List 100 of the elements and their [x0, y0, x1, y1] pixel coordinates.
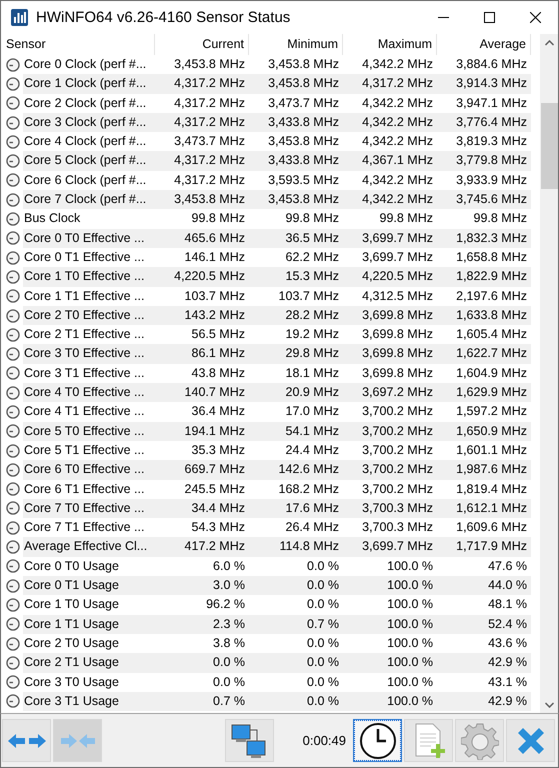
window-title: HWiNFO64 v6.26-4160 Sensor Status — [36, 9, 292, 26]
value-cell: 4,342.2 MHz — [343, 112, 437, 132]
value-cell-text: 3,699.7 MHz — [361, 248, 434, 266]
gauge-icon — [6, 617, 20, 632]
column-header[interactable]: Current — [155, 34, 249, 55]
gauge-icon — [6, 636, 20, 651]
sensor-name: Core 0 T1 Usage — [23, 576, 155, 596]
gauge-icon — [6, 598, 20, 612]
value-cell-text: 2,197.6 MHz — [455, 288, 528, 305]
value-cell: 465.6 MHz — [155, 228, 249, 248]
value-cell: 4,220.5 MHz — [343, 267, 437, 287]
column-header[interactable]: Average — [437, 34, 531, 55]
value-cell: 0.0 % — [249, 692, 343, 712]
value-cell: 52.4 % — [437, 614, 531, 634]
value-cell: 0.0 % — [249, 576, 343, 596]
value-cell-text: 4,312.5 MHz — [361, 288, 434, 305]
value-cell-text: 3,453.8 MHz — [267, 133, 340, 150]
value-cell: 1,629.9 MHz — [437, 383, 531, 402]
value-cell-text: 100.0 % — [386, 596, 434, 614]
value-cell-text: 96.2 % — [205, 596, 246, 614]
value-cell: 3,697.2 MHz — [343, 383, 437, 402]
value-cell: 3,453.8 MHz — [155, 190, 249, 210]
gauge-icon — [6, 694, 20, 708]
value-cell: 3,453.8 MHz — [249, 190, 343, 210]
gauge-icon — [6, 424, 20, 438]
gauge-icon — [6, 366, 20, 380]
value-cell-text: 99.8 MHz — [472, 210, 528, 228]
sensor-name: Core 7 T1 Effective ... — [23, 519, 146, 536]
gauge-icon — [6, 520, 20, 535]
value-cell-text: 4,317.2 MHz — [173, 94, 246, 112]
value-cell: 44.0 % — [437, 576, 531, 596]
value-cell: 29.8 MHz — [249, 344, 343, 364]
column-header[interactable]: Minimum — [249, 34, 343, 55]
value-cell-text: 3,884.6 MHz — [455, 56, 528, 73]
sensor-name: Core 2 Clock (perf #... — [23, 94, 148, 112]
value-cell-text: 35.3 MHz — [190, 442, 246, 459]
value-cell-text: 0.0 % — [306, 634, 340, 652]
sensor-name: Core 3 T1 Usage — [23, 692, 155, 712]
value-cell-text: 99.8 MHz — [378, 210, 434, 228]
sensor-name: Core 0 T1 Effective ... — [23, 248, 146, 266]
gauge-icon — [6, 444, 20, 458]
column-header[interactable]: Maximum — [343, 34, 437, 55]
value-cell: 3,699.8 MHz — [343, 306, 437, 326]
network-button[interactable] — [224, 719, 274, 762]
value-cell-text: 1,658.8 MHz — [455, 248, 528, 266]
gauge-icon — [6, 173, 20, 188]
value-cell: 100.0 % — [343, 653, 437, 672]
sensor-name: Core 7 Clock (perf #... — [23, 190, 155, 210]
value-cell: 17.6 MHz — [249, 498, 343, 518]
app-logo-icon — [11, 9, 28, 26]
value-cell-text: 103.7 MHz — [278, 288, 340, 305]
value-cell-text: 103.7 MHz — [184, 288, 246, 305]
value-cell-text: 0.0 % — [306, 596, 340, 614]
sensor-name: Average Effective Cl... — [23, 537, 155, 557]
sensor-name: Core 4 Clock (perf #... — [23, 133, 148, 150]
value-cell: 3,776.4 MHz — [437, 112, 531, 132]
gauge-icon — [6, 212, 20, 226]
value-cell-text: 48.1 % — [487, 596, 528, 614]
close-icon — [530, 12, 540, 23]
value-cell: 3,700.2 MHz — [343, 460, 437, 480]
sensor-name: Core 3 T0 Usage — [23, 674, 120, 691]
value-cell-text: 168.2 MHz — [278, 480, 340, 498]
value-cell: 140.7 MHz — [155, 383, 249, 402]
sensor-name: Core 6 T1 Effective ... — [23, 480, 146, 498]
value-cell: 2.3 % — [155, 614, 249, 634]
value-cell: 3,433.8 MHz — [249, 151, 343, 171]
value-cell: 3,745.6 MHz — [437, 190, 531, 210]
value-cell: 1,987.6 MHz — [437, 460, 531, 480]
column-header[interactable]: Sensor — [1, 34, 155, 55]
value-cell: 4,317.2 MHz — [155, 74, 249, 94]
value-cell: 1,633.8 MHz — [437, 306, 531, 326]
value-cell-text: 43.8 MHz — [190, 364, 246, 382]
value-cell-text: 100.0 % — [386, 674, 434, 690]
value-cell: 42.9 % — [437, 653, 531, 672]
expand-button[interactable] — [2, 719, 51, 762]
value-cell: 4,220.5 MHz — [155, 267, 249, 287]
value-cell-text: 3,473.7 MHz — [267, 94, 340, 112]
timer-reset-button[interactable] — [353, 719, 402, 762]
close-sensors-button[interactable] — [506, 719, 555, 762]
sensor-name: Core 0 Clock (perf #... — [23, 56, 148, 73]
clock-icon — [358, 722, 396, 760]
value-cell-text: 4,342.2 MHz — [361, 133, 434, 150]
value-cell: 1,622.7 MHz — [437, 344, 531, 364]
value-cell-text: 43.6 % — [487, 634, 528, 652]
value-cell-text: 100.0 % — [386, 634, 434, 652]
value-cell-text: 3,700.2 MHz — [361, 442, 434, 459]
scrollbar-thumb[interactable] — [540, 103, 558, 189]
sensor-name: Core 2 T0 Effective ... — [23, 306, 155, 326]
gauge-icon — [6, 289, 20, 304]
sensor-name: Bus Clock — [23, 210, 82, 228]
value-cell-text: 3,933.9 MHz — [455, 172, 528, 189]
value-cell-text: 3,947.1 MHz — [455, 94, 528, 112]
value-cell: 417.2 MHz — [155, 537, 249, 557]
sensor-name: Core 4 T0 Effective ... — [23, 383, 155, 402]
sensor-name: Core 0 T0 Effective ... — [23, 228, 155, 248]
sensor-name: Core 2 T1 Effective ... — [23, 326, 146, 344]
settings-button[interactable] — [455, 719, 504, 762]
value-cell: 20.9 MHz — [249, 383, 343, 402]
gauge-icon — [6, 116, 20, 130]
gauge-icon — [6, 134, 20, 149]
